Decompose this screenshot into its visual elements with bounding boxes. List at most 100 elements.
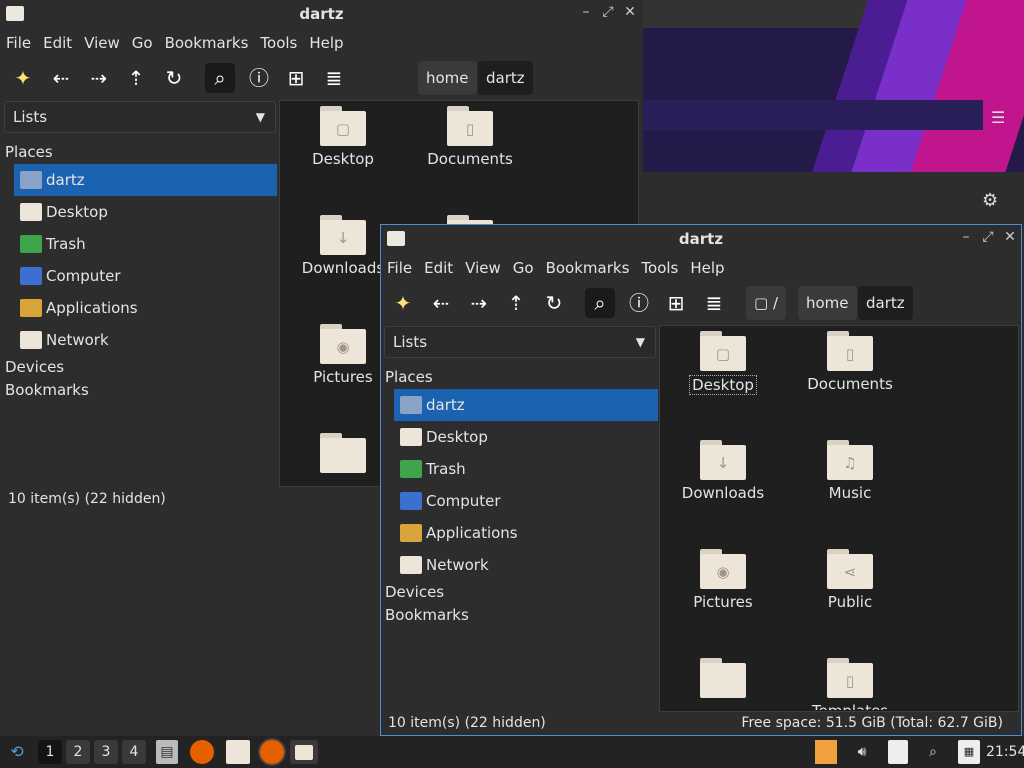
start-menu-icon[interactable]: ⟲ <box>6 740 28 764</box>
reload-icon[interactable]: ↻ <box>159 63 189 93</box>
search-icon[interactable]: ⌕ <box>585 288 615 318</box>
devices-header[interactable]: Devices <box>5 358 64 376</box>
maximize-button[interactable]: ⤢ <box>600 4 616 22</box>
sidebar-mode-select[interactable]: Lists ▼ <box>384 326 656 358</box>
volume-icon[interactable]: 🔊︎ <box>850 740 874 764</box>
info-icon[interactable]: ⓘ <box>624 288 654 318</box>
file-item-pictures[interactable]: ◉ Pictures <box>663 549 783 611</box>
menu-edit[interactable]: Edit <box>418 255 459 277</box>
menu-help[interactable]: Help <box>684 255 730 277</box>
breadcrumb-dartz[interactable]: dartz <box>858 286 913 320</box>
workspace-4[interactable]: 4 <box>122 740 146 764</box>
close-button[interactable]: ✕ <box>1002 229 1018 247</box>
menu-file[interactable]: File <box>0 30 37 52</box>
sidebar-item-dartz[interactable]: dartz <box>394 389 658 421</box>
sidebar-item-applications[interactable]: Applications <box>394 517 658 549</box>
icon-view-icon[interactable]: ⊞ <box>661 288 691 318</box>
up-arrow-icon[interactable]: ⇡ <box>121 63 151 93</box>
sidebar-item-applications[interactable]: Applications <box>14 292 277 324</box>
list-view-icon[interactable]: ≣ <box>699 288 729 318</box>
menu-go[interactable]: Go <box>507 255 540 277</box>
maximize-button[interactable]: ⤢ <box>980 229 996 247</box>
sidebar-item-trash[interactable]: Trash <box>394 453 658 485</box>
file-item-documents[interactable]: ▯ Documents <box>790 331 910 393</box>
folder-icon[interactable] <box>226 740 250 764</box>
firefox-icon[interactable] <box>260 740 284 764</box>
sidebar-item-dartz[interactable]: dartz <box>14 164 277 196</box>
file-item-downloads[interactable]: ↓ Downloads <box>663 440 783 502</box>
path-root[interactable]: ▢ / <box>746 286 787 320</box>
sidebar-item-network[interactable]: Network <box>14 324 277 356</box>
new-folder-icon[interactable]: ✦ <box>388 288 418 318</box>
file-item-desktop[interactable]: ▢ Desktop <box>663 331 783 395</box>
sidebar-item-label: dartz <box>46 171 85 189</box>
file-item-templates[interactable]: ▯ Templates <box>790 658 910 710</box>
file-cabinet-icon[interactable]: ▤ <box>156 740 178 764</box>
clipboard-icon[interactable] <box>888 740 908 764</box>
forward-arrow-icon[interactable]: ⇢ <box>464 288 494 318</box>
keyboard-icon[interactable]: ▦ <box>958 740 980 764</box>
network-icon[interactable]: ⌕ <box>922 740 944 764</box>
file-view[interactable]: ▢ Desktop ▯ Documents ↓ Downloads ♫ Music ◉ P… <box>659 325 1019 712</box>
desktop-folder-icon <box>400 428 422 446</box>
sidebar-item-computer[interactable]: Computer <box>394 485 658 517</box>
file-item-unnamed[interactable] <box>663 658 783 702</box>
menu-bookmarks[interactable]: Bookmarks <box>540 255 636 277</box>
clock[interactable]: 21:54 <box>986 740 1024 764</box>
sidebar-item-network[interactable]: Network <box>394 549 658 581</box>
devices-header[interactable]: Devices <box>385 583 444 601</box>
file-item-desktop[interactable]: ▢ Desktop <box>283 106 403 168</box>
workspace-1[interactable]: 1 <box>38 740 62 764</box>
breadcrumb-home[interactable]: home <box>418 61 477 95</box>
menu-bookmarks[interactable]: Bookmarks <box>159 30 255 52</box>
close-button[interactable]: ✕ <box>622 4 638 22</box>
file-item-music[interactable]: ♫ Music <box>790 440 910 502</box>
file-item-documents[interactable]: ▯ Documents <box>410 106 530 168</box>
back-arrow-icon[interactable]: ⇠ <box>46 63 76 93</box>
places-header[interactable]: Places <box>5 143 53 161</box>
reload-icon[interactable]: ↻ <box>539 288 569 318</box>
sidebar-item-label: Trash <box>426 460 466 478</box>
minimize-button[interactable]: – <box>578 4 594 22</box>
breadcrumb-dartz[interactable]: dartz <box>478 61 533 95</box>
gear-icon[interactable]: ⚙ <box>982 190 1004 212</box>
places-header[interactable]: Places <box>385 368 433 386</box>
up-arrow-icon[interactable]: ⇡ <box>501 288 531 318</box>
sidebar-mode-select[interactable]: Lists ▼ <box>4 101 276 133</box>
workspace-3[interactable]: 3 <box>94 740 118 764</box>
sidebar-item-desktop[interactable]: Desktop <box>14 196 277 228</box>
minimize-button[interactable]: – <box>958 229 974 247</box>
forward-arrow-icon[interactable]: ⇢ <box>84 63 114 93</box>
menu-view[interactable]: View <box>459 255 507 277</box>
firefox-icon[interactable] <box>190 740 214 764</box>
new-folder-icon[interactable]: ✦ <box>8 63 38 93</box>
notification-icon[interactable] <box>815 740 837 764</box>
menu-help[interactable]: Help <box>303 30 349 52</box>
bookmarks-header[interactable]: Bookmarks <box>5 381 89 399</box>
list-view-icon[interactable]: ≣ <box>319 63 349 93</box>
workspace-2[interactable]: 2 <box>66 740 90 764</box>
sidebar-item-trash[interactable]: Trash <box>14 228 277 260</box>
menu-tools[interactable]: Tools <box>635 255 684 277</box>
icon-view-icon[interactable]: ⊞ <box>281 63 311 93</box>
network-folder-icon <box>400 556 422 574</box>
hamburger-icon[interactable]: ☰ <box>991 108 1009 127</box>
folder-icon: ♫ <box>827 440 873 480</box>
menu-edit[interactable]: Edit <box>37 30 78 52</box>
task-file-manager[interactable] <box>290 740 318 764</box>
sidebar-item-computer[interactable]: Computer <box>14 260 277 292</box>
file-item-public[interactable]: ⋖ Public <box>790 549 910 611</box>
menu-go[interactable]: Go <box>126 30 159 52</box>
sidebar-item-desktop[interactable]: Desktop <box>394 421 658 453</box>
menu-file[interactable]: File <box>381 255 418 277</box>
toolbar: ✦ ⇠ ⇢ ⇡ ↻ ⌕ ⓘ ⊞ ≣ ▢ / <box>0 60 643 155</box>
sidebar-item-label: Applications <box>426 524 518 542</box>
back-arrow-icon[interactable]: ⇠ <box>426 288 456 318</box>
info-icon[interactable]: ⓘ <box>244 63 274 93</box>
menu-tools[interactable]: Tools <box>254 30 303 52</box>
search-icon[interactable]: ⌕ <box>205 63 235 93</box>
menu-view[interactable]: View <box>78 30 126 52</box>
breadcrumb-home[interactable]: home <box>798 286 857 320</box>
home-folder-icon <box>20 171 42 189</box>
bookmarks-header[interactable]: Bookmarks <box>385 606 469 624</box>
